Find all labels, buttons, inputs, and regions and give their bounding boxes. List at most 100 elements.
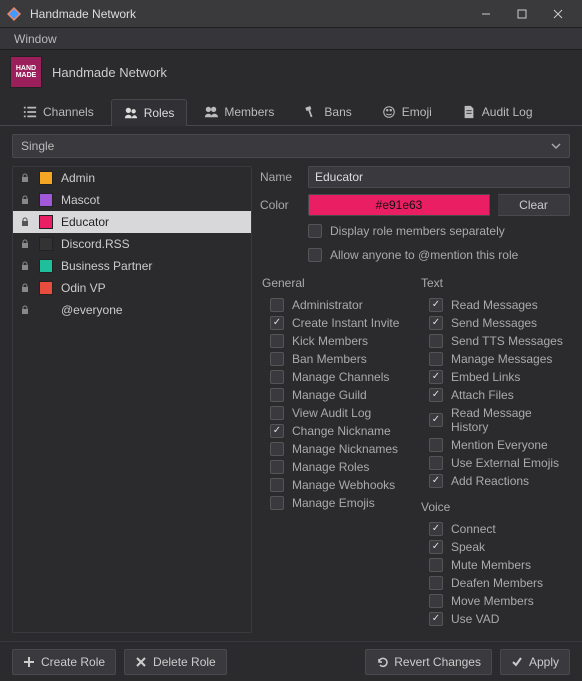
perm-checkbox[interactable] (270, 352, 284, 366)
role-list-item[interactable]: Admin (13, 167, 251, 189)
menubar: Window (0, 28, 582, 50)
perm-checkbox[interactable] (429, 540, 443, 554)
perm-checkbox[interactable] (429, 576, 443, 590)
tab-auditlog[interactable]: Audit Log (449, 98, 546, 125)
perm-row[interactable]: Connect (419, 520, 570, 538)
perm-row[interactable]: Administrator (260, 296, 411, 314)
tab-emoji[interactable]: Emoji (369, 98, 445, 125)
perm-row[interactable]: Read Messages (419, 296, 570, 314)
perm-checkbox[interactable] (270, 370, 284, 384)
perm-checkbox[interactable] (270, 406, 284, 420)
display-separately-checkbox[interactable] (308, 224, 322, 238)
revert-button[interactable]: Revert Changes (365, 649, 492, 675)
perm-checkbox[interactable] (429, 316, 443, 330)
create-role-button[interactable]: Create Role (12, 649, 116, 675)
display-separately-row[interactable]: Display role members separately (260, 222, 570, 240)
role-list-item[interactable]: Odin VP (13, 277, 251, 299)
role-name: Admin (61, 171, 95, 185)
role-list-item[interactable]: Mascot (13, 189, 251, 211)
selector-value: Single (21, 139, 54, 153)
close-button[interactable] (540, 0, 576, 28)
perm-checkbox[interactable] (429, 334, 443, 348)
menu-window[interactable]: Window (6, 30, 65, 48)
tab-label: Emoji (402, 105, 432, 119)
tab-roles[interactable]: Roles (111, 99, 188, 126)
perm-row[interactable]: Mention Everyone (419, 436, 570, 454)
window-title: Handmade Network (30, 7, 468, 21)
perm-checkbox[interactable] (270, 298, 284, 312)
role-list-item[interactable]: Educator (13, 211, 251, 233)
perm-row[interactable]: Speak (419, 538, 570, 556)
perm-checkbox[interactable] (429, 388, 443, 402)
perm-row[interactable]: Manage Nicknames (260, 440, 411, 458)
perm-checkbox[interactable] (429, 558, 443, 572)
maximize-button[interactable] (504, 0, 540, 28)
role-color-swatch (39, 215, 53, 229)
perm-checkbox[interactable] (429, 594, 443, 608)
perm-label: Administrator (292, 298, 363, 312)
perm-checkbox[interactable] (270, 424, 284, 438)
perm-label: Create Instant Invite (292, 316, 399, 330)
clear-color-button[interactable]: Clear (498, 194, 570, 216)
tab-members[interactable]: Members (191, 98, 287, 125)
perm-row[interactable]: Move Members (419, 592, 570, 610)
perm-row[interactable]: Ban Members (260, 350, 411, 368)
perm-checkbox[interactable] (429, 352, 443, 366)
perm-label: Kick Members (292, 334, 368, 348)
perm-row[interactable]: Send Messages (419, 314, 570, 332)
perm-row[interactable]: Manage Guild (260, 386, 411, 404)
perm-checkbox[interactable] (429, 438, 443, 452)
apply-button[interactable]: Apply (500, 649, 570, 675)
role-name: Educator (61, 215, 109, 229)
allow-mention-row[interactable]: Allow anyone to @mention this role (260, 246, 570, 264)
perm-checkbox[interactable] (270, 316, 284, 330)
perm-checkbox[interactable] (270, 334, 284, 348)
role-list-item[interactable]: Business Partner (13, 255, 251, 277)
perm-row[interactable]: Attach Files (419, 386, 570, 404)
role-list-item[interactable]: Discord.RSS (13, 233, 251, 255)
tab-channels[interactable]: Channels (10, 98, 107, 125)
perm-checkbox[interactable] (270, 460, 284, 474)
perm-label: Manage Nicknames (292, 442, 398, 456)
tab-bans[interactable]: Bans (291, 98, 364, 125)
perm-row[interactable]: Create Instant Invite (260, 314, 411, 332)
perm-row[interactable]: Change Nickname (260, 422, 411, 440)
perm-row[interactable]: Mute Members (419, 556, 570, 574)
perm-checkbox[interactable] (429, 298, 443, 312)
perm-row[interactable]: Embed Links (419, 368, 570, 386)
perm-row[interactable]: Read Message History (419, 404, 570, 436)
perm-row[interactable]: Deafen Members (419, 574, 570, 592)
perm-checkbox[interactable] (270, 442, 284, 456)
name-input[interactable]: Educator (308, 166, 570, 188)
perm-row[interactable]: Send TTS Messages (419, 332, 570, 350)
perm-checkbox[interactable] (429, 370, 443, 384)
perm-row[interactable]: Kick Members (260, 332, 411, 350)
perm-checkbox[interactable] (429, 612, 443, 626)
perm-checkbox[interactable] (270, 496, 284, 510)
perm-checkbox[interactable] (429, 456, 443, 470)
perm-row[interactable]: Use VAD (419, 610, 570, 628)
perm-row[interactable]: Manage Emojis (260, 494, 411, 512)
minimize-button[interactable] (468, 0, 504, 28)
allow-mention-checkbox[interactable] (308, 248, 322, 262)
perm-row[interactable]: View Audit Log (260, 404, 411, 422)
perm-row[interactable]: Manage Channels (260, 368, 411, 386)
color-input[interactable]: #e91e63 (308, 194, 490, 216)
perm-row[interactable]: Manage Messages (419, 350, 570, 368)
perm-checkbox[interactable] (270, 478, 284, 492)
allow-mention-label: Allow anyone to @mention this role (330, 248, 518, 262)
perm-checkbox[interactable] (429, 474, 443, 488)
perm-row[interactable]: Use External Emojis (419, 454, 570, 472)
role-list-item[interactable]: @everyone (13, 299, 251, 321)
perm-checkbox[interactable] (429, 522, 443, 536)
perm-checkbox[interactable] (270, 388, 284, 402)
perm-checkbox[interactable] (429, 413, 443, 427)
perm-label: Read Messages (451, 298, 538, 312)
button-label: Apply (529, 655, 559, 669)
role-selector-dropdown[interactable]: Single (12, 134, 570, 158)
perm-row[interactable]: Manage Webhooks (260, 476, 411, 494)
delete-role-button[interactable]: Delete Role (124, 649, 227, 675)
perm-row[interactable]: Manage Roles (260, 458, 411, 476)
perm-row[interactable]: Add Reactions (419, 472, 570, 490)
server-logo: HANDMADE (10, 56, 42, 88)
